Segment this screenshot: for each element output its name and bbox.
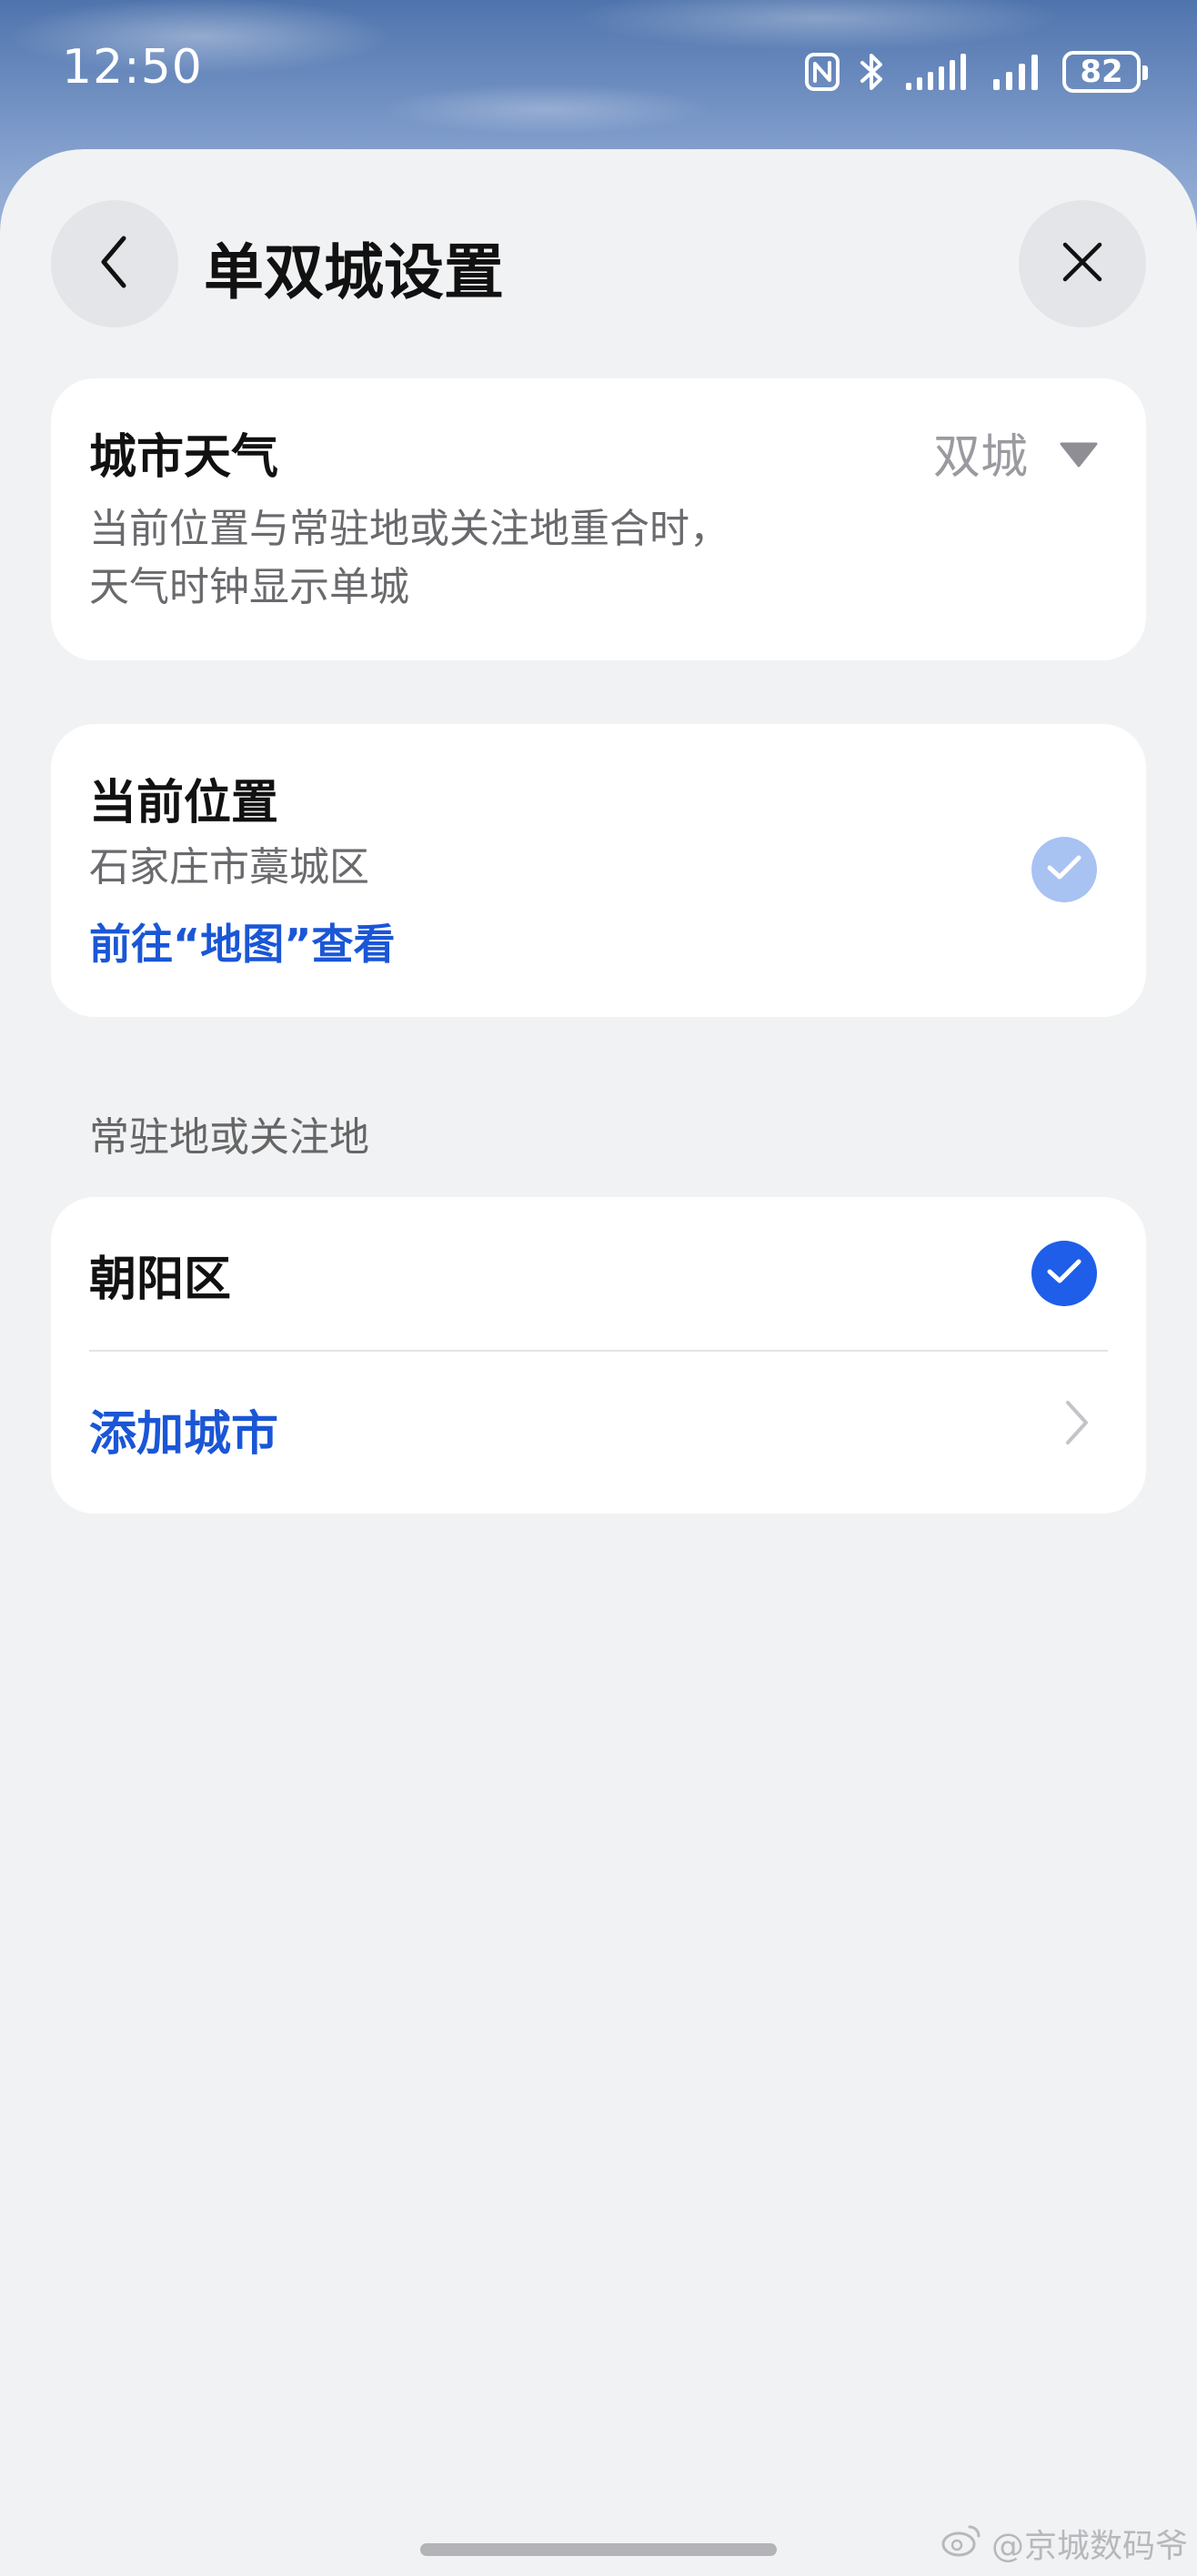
current-location-check: [1031, 837, 1097, 902]
city-mode-dropdown[interactable]: 双城: [933, 418, 1099, 487]
close-icon: [1060, 239, 1105, 288]
status-time: 12:50: [62, 40, 203, 95]
header: 单双城设置: [0, 149, 1197, 386]
weibo-icon: [940, 2522, 982, 2565]
section-label-resident: 常驻地或关注地: [89, 1114, 369, 1161]
back-button[interactable]: [51, 200, 178, 327]
divider: [89, 1350, 1108, 1352]
chevron-right-icon: [1064, 1399, 1090, 1450]
resident-card: 朝阳区 添加城市: [51, 1197, 1146, 1514]
current-location-card: 当前位置 石家庄市藁城区 前往“地图”查看: [51, 724, 1146, 1017]
watermark-text: @京城数码爷: [991, 2528, 1188, 2565]
city-weather-card[interactable]: 城市天气 双城 当前位置与常驻地或关注地重合时， 天气时钟显示单城: [51, 378, 1146, 660]
home-indicator[interactable]: [420, 2543, 777, 2556]
page-title: 单双城设置: [204, 237, 504, 307]
watermark: @京城数码爷: [940, 2520, 1188, 2567]
status-bar: 12:50 82: [0, 0, 1197, 146]
nfc-icon: [804, 52, 840, 92]
city-weather-description-line2: 天气时钟显示单城: [89, 564, 409, 610]
resident-city-checkbox[interactable]: [1031, 1241, 1097, 1306]
battery-icon: 82: [1062, 51, 1148, 93]
current-location-title: 当前位置: [89, 776, 279, 830]
resident-city-label: 朝阳区: [89, 1253, 232, 1307]
bluetooth-icon: [859, 51, 886, 93]
battery-level: 82: [1080, 54, 1123, 90]
signal-icon: [904, 52, 973, 92]
add-city-label: 添加城市: [89, 1407, 279, 1462]
signal-icon: [991, 52, 1044, 92]
chevron-left-icon: [95, 233, 135, 295]
city-mode-value: 双城: [932, 430, 1028, 485]
check-icon: [1046, 1258, 1082, 1289]
current-location-address: 石家庄市藁城区: [89, 844, 369, 891]
view-in-map-link[interactable]: 前往“地图”查看: [89, 911, 395, 971]
city-weather-title: 城市天气: [89, 430, 279, 485]
city-weather-description-line1: 当前位置与常驻地或关注地重合时，: [89, 506, 729, 552]
close-button[interactable]: [1019, 200, 1146, 327]
triangle-down-icon: [1059, 426, 1099, 480]
settings-sheet: 单双城设置 城市天气 双城 当前位置与常驻地或关注地重合时， 天气时钟显示单城 …: [0, 149, 1197, 2576]
check-icon: [1046, 854, 1082, 885]
status-icons: 82: [804, 47, 1148, 96]
